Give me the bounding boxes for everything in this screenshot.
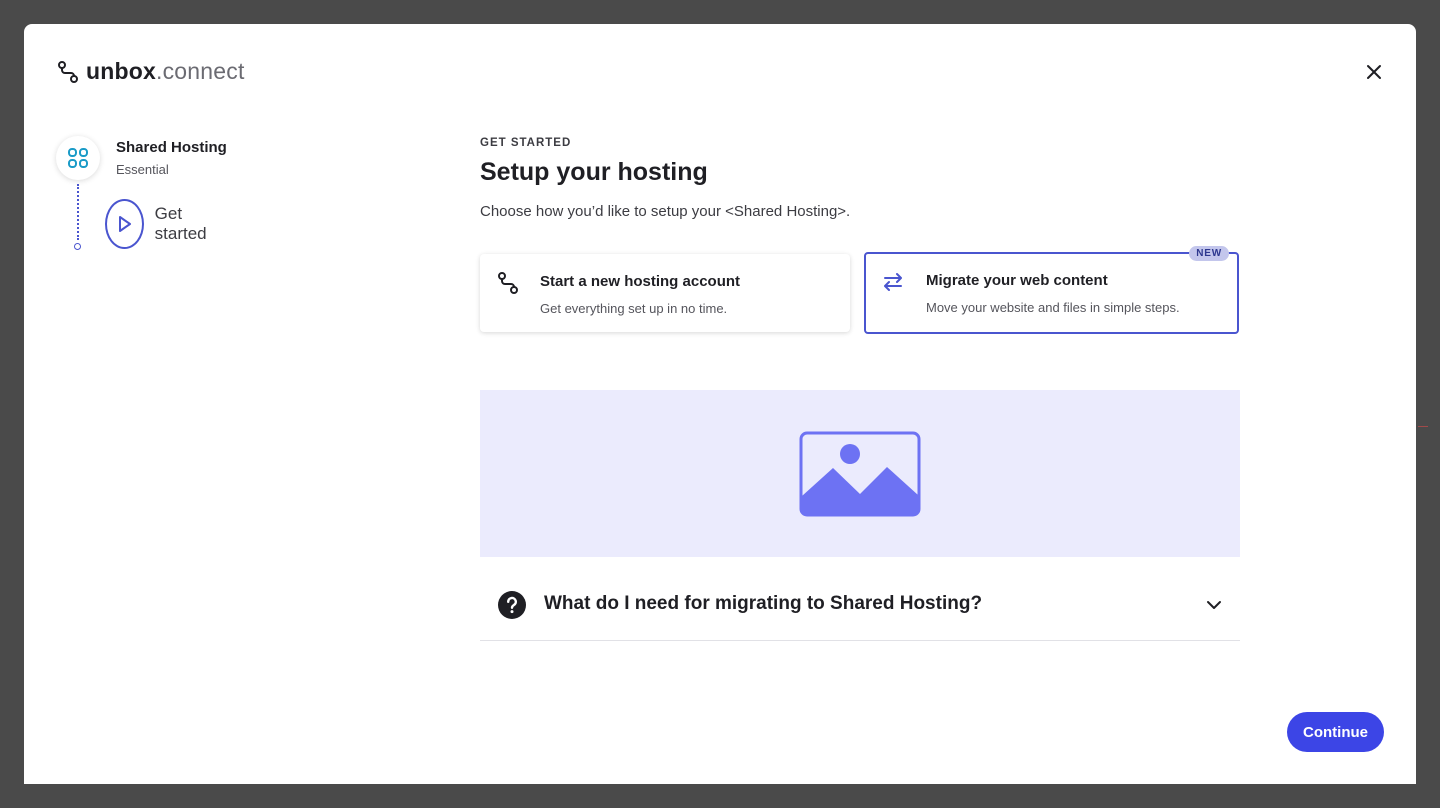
- step-connector: [77, 184, 79, 240]
- product-subtitle: Essential: [116, 162, 169, 177]
- continue-button[interactable]: Continue: [1287, 712, 1384, 752]
- apps-icon: [68, 148, 88, 168]
- faq-question: What do I need for migrating to Shared H…: [544, 593, 983, 614]
- option-description: Move your website and files in simple st…: [926, 300, 1180, 315]
- swap-arrows-icon: [884, 273, 902, 291]
- option-title: Start a new hosting account: [540, 273, 741, 290]
- step-dot: [74, 243, 81, 250]
- option-migrate[interactable]: NEW Migrate your web content Move your w…: [864, 246, 1239, 334]
- logo-tld: .connect: [156, 58, 245, 84]
- option-description: Get everything set up in no time.: [540, 301, 728, 316]
- step-get-started[interactable]: Get started: [105, 199, 218, 249]
- faq-accordion[interactable]: What do I need for migrating to Shared H…: [480, 567, 1240, 641]
- question-circle-icon: [498, 591, 526, 619]
- step-product: Shared Hosting Essential: [56, 136, 356, 186]
- logo: unbox.connect: [56, 58, 245, 85]
- close-button[interactable]: [1364, 62, 1384, 82]
- eyebrow: GET STARTED: [480, 137, 572, 149]
- product-icon-badge: [56, 136, 100, 180]
- image-placeholder-icon: [799, 431, 921, 516]
- option-new-account[interactable]: Start a new hosting account Get everythi…: [480, 254, 850, 332]
- main-content: GET STARTED Setup your hosting Choose ho…: [480, 136, 1240, 641]
- media-placeholder: [480, 390, 1240, 557]
- new-badge: NEW: [1189, 246, 1229, 261]
- page-subtitle: Choose how you’d like to setup your <Sha…: [480, 203, 851, 220]
- logo-text: unbox.connect: [86, 58, 245, 85]
- setup-options: Start a new hosting account Get everythi…: [480, 246, 1240, 336]
- chevron-down-icon: [1207, 601, 1221, 609]
- product-title: Shared Hosting: [116, 139, 227, 156]
- edge-marker: [1418, 426, 1428, 429]
- page-title: Setup your hosting: [480, 158, 708, 186]
- logo-brand: unbox: [86, 58, 156, 84]
- play-icon-circle: [105, 199, 144, 249]
- setup-modal: unbox.connect Shared Hosting Essential G…: [24, 24, 1416, 784]
- play-icon: [119, 216, 132, 232]
- route-icon: [498, 272, 518, 294]
- option-title: Migrate your web content: [926, 272, 1108, 289]
- close-icon: [1367, 65, 1381, 79]
- route-icon: [58, 60, 78, 83]
- step-label: Get started: [154, 204, 207, 243]
